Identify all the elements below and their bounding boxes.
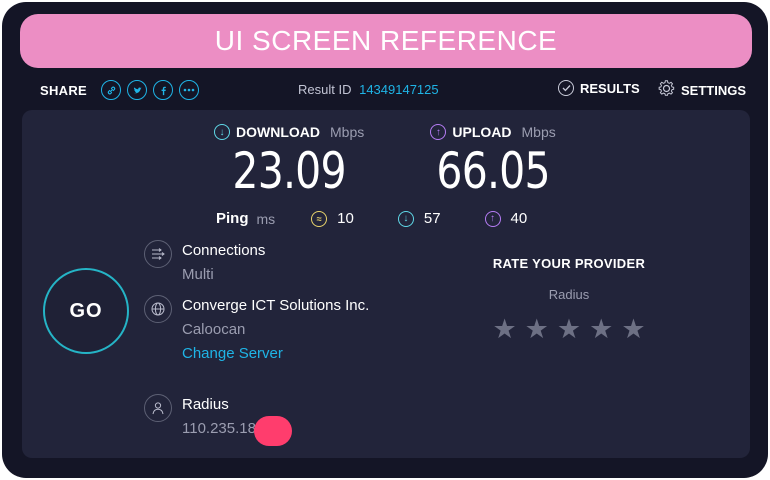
download-label: DOWNLOAD [236,124,320,140]
connections-title: Connections [182,242,266,259]
speedtest-window: UI SCREEN REFERENCE SHARE Result ID 1434… [2,2,768,478]
upload-metric: ↑ UPLOAD Mbps 66.05 [424,124,562,200]
ping-idle: ≈ 10 [311,210,354,227]
result-id-label: Result ID [298,82,352,97]
download-value: 23.09 [232,142,346,200]
ping-idle-value: 10 [337,210,354,227]
gear-icon [658,80,675,100]
server-location: Caloocan [182,321,246,338]
share-label: SHARE [40,82,88,98]
globe-icon [144,295,172,323]
ping-upload: ↑ 40 [484,210,528,227]
ping-row: Ping ms ≈ 10 ↓ 57 ↑ 40 [216,210,571,227]
star-icon[interactable]: ★ [525,316,549,343]
twitter-icon[interactable] [127,80,148,100]
more-icon[interactable] [179,80,200,100]
connections-icon [144,240,172,268]
go-label: GO [69,299,103,322]
redaction-mark [254,416,292,446]
ping-label: Ping [216,210,249,227]
star-icon[interactable]: ★ [589,316,613,343]
upload-latency-icon: ↑ [484,210,501,227]
star-icon[interactable]: ★ [557,316,581,343]
top-bar: SHARE Result ID 14349147125 RESULTS SETT… [24,76,754,106]
ping-upload-value: 40 [510,210,528,227]
client-name: Radius [182,396,229,413]
result-id: Result ID 14349147125 [298,82,439,97]
connections-value[interactable]: Multi [182,264,372,286]
star-icon[interactable]: ★ [621,316,645,343]
download-metric: ↓ DOWNLOAD Mbps 23.09 [214,124,364,200]
download-arrow-icon: ↓ [214,124,230,140]
share-group: SHARE [40,80,200,100]
link-icon[interactable] [101,80,122,100]
rate-title: RATE YOUR PROVIDER [492,256,646,271]
results-label: RESULTS [580,80,640,96]
results-panel: ↓ DOWNLOAD Mbps 23.09 ↑ UPLOAD Mbps 66.0… [22,110,750,458]
upload-arrow-icon: ↑ [430,124,447,140]
change-server-link[interactable]: Change Server [182,343,372,365]
ping-download-value: 57 [423,210,441,227]
upload-unit: Mbps [521,124,556,140]
download-header: ↓ DOWNLOAD Mbps [214,124,364,140]
rate-provider-name: Radius [548,287,590,302]
connections-text: Connections Multi [182,240,372,286]
result-id-value[interactable]: 14349147125 [359,82,439,97]
upload-value: 66.05 [436,142,550,200]
results-button[interactable]: RESULTS [558,80,640,96]
server-name: Converge ICT Solutions Inc. [182,297,370,314]
download-latency-icon: ↓ [397,210,414,227]
user-icon [144,394,172,422]
settings-label: SETTINGS [681,82,747,98]
ping-download: ↓ 57 [397,210,441,227]
upload-label: UPLOAD [452,124,512,140]
server-text: Converge ICT Solutions Inc. Caloocan Cha… [182,295,372,365]
idle-latency-icon: ≈ [311,210,328,227]
banner-text: UI SCREEN REFERENCE [214,25,558,56]
upload-header: ↑ UPLOAD Mbps [430,124,556,140]
star-rating: ★ ★ ★ ★ ★ [492,316,645,343]
go-button[interactable]: GO [43,268,129,354]
reference-banner: UI SCREEN REFERENCE [20,14,752,68]
star-icon[interactable]: ★ [492,316,516,343]
download-unit: Mbps [330,124,365,140]
settings-button[interactable]: SETTINGS [658,80,746,100]
ping-unit: ms [256,210,276,227]
check-icon [558,80,574,96]
facebook-icon[interactable] [153,80,174,100]
rate-provider: RATE YOUR PROVIDER Radius ★ ★ ★ ★ ★ [484,256,654,343]
